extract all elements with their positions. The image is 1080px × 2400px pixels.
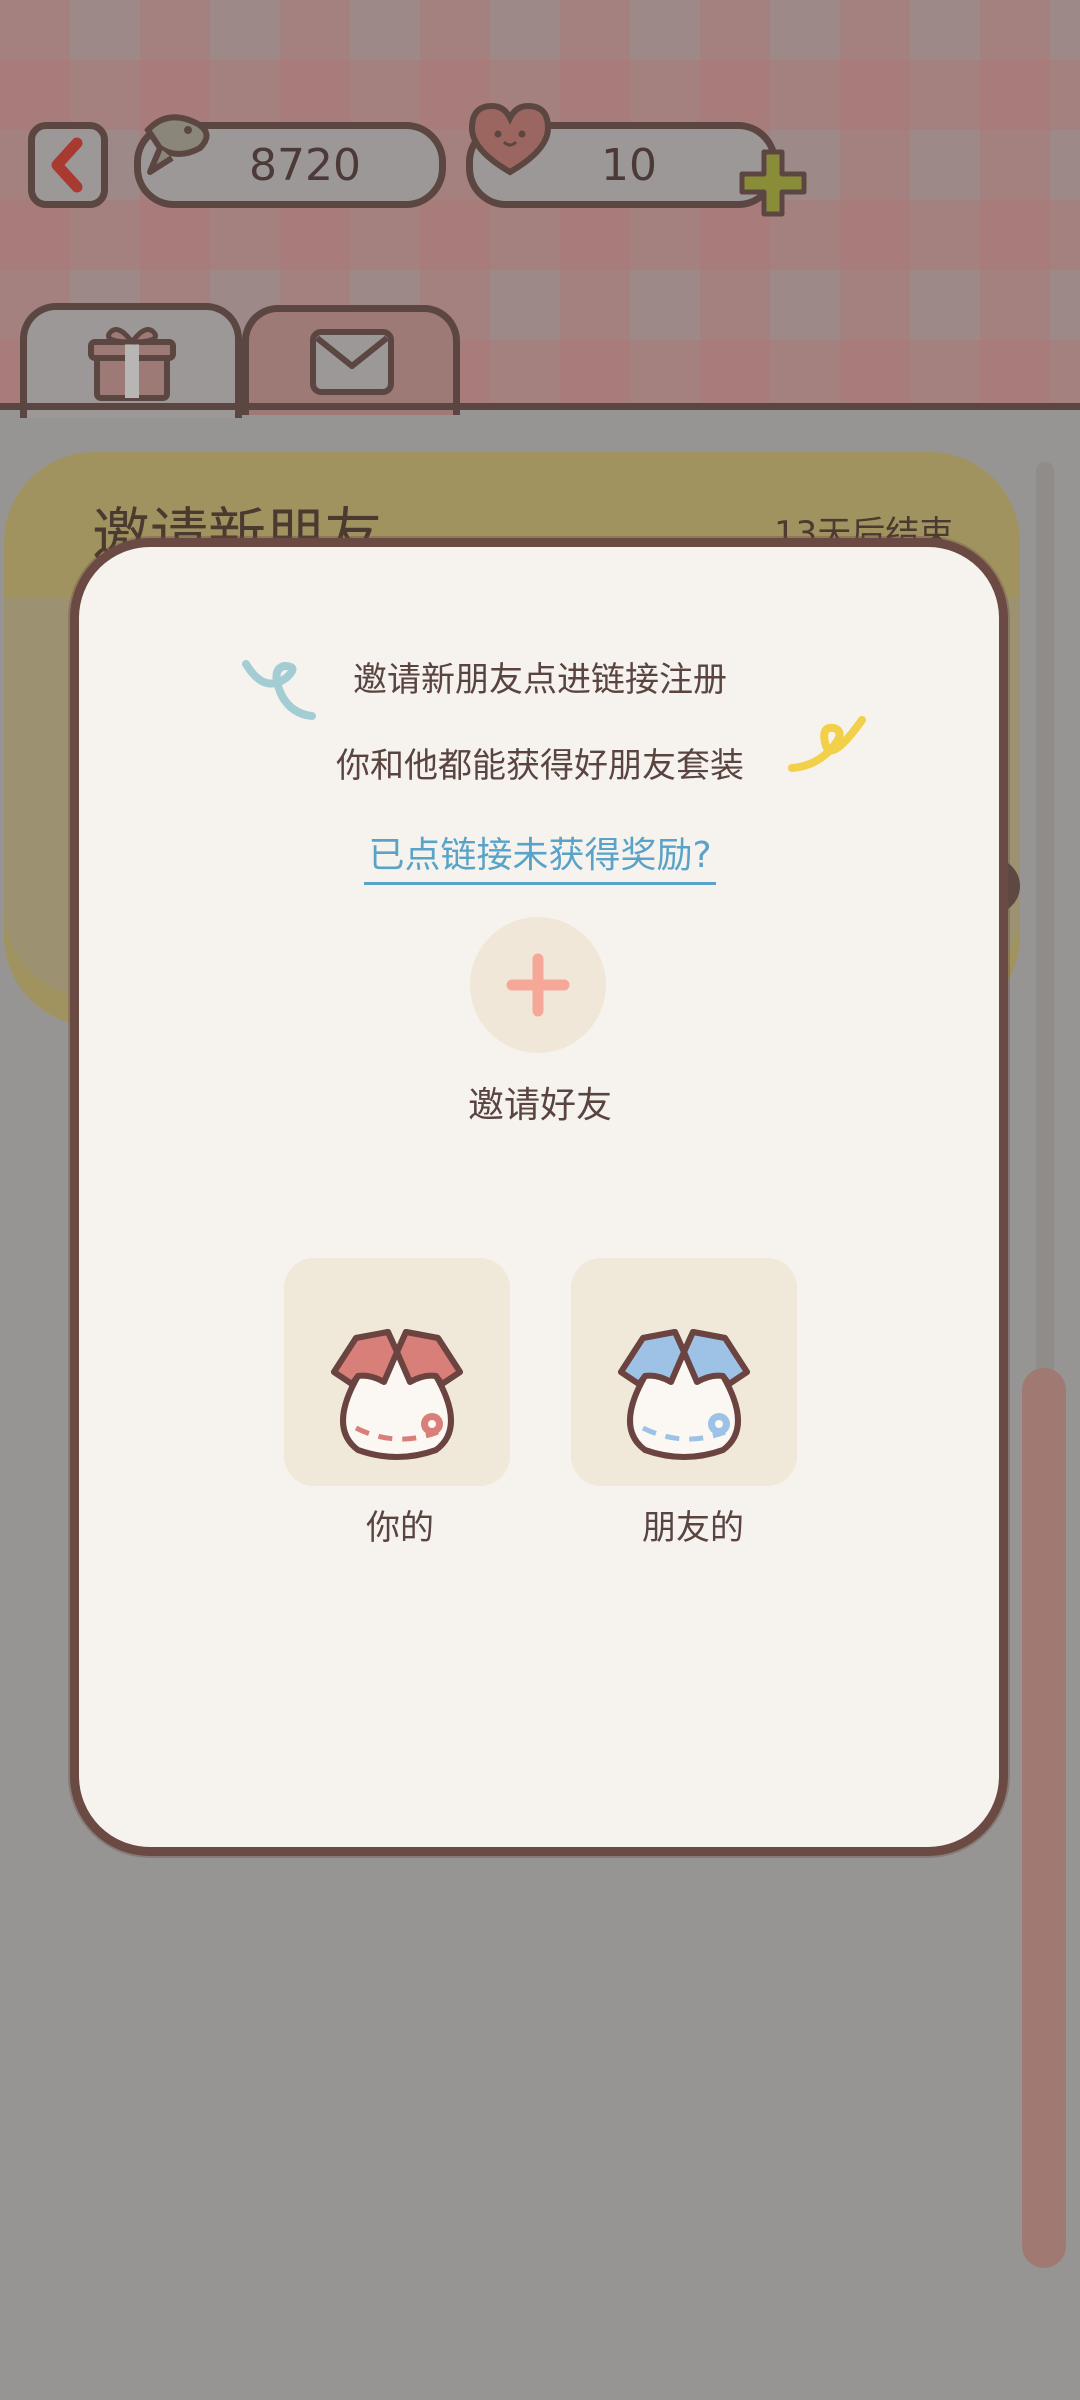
gift-icon (88, 327, 176, 401)
chevron-left-icon (51, 137, 83, 193)
mail-icon (310, 329, 394, 395)
invite-friend-label: 邀请好友 (467, 1085, 612, 1126)
add-hearts-button[interactable] (736, 146, 810, 220)
pink-outfit-icon (331, 1329, 463, 1460)
reward-item-friend[interactable] (571, 1258, 797, 1486)
fish-count: 8720 (249, 139, 361, 191)
plus-icon (506, 953, 570, 1017)
invite-friend-button[interactable] (470, 917, 606, 1053)
heart-icon (468, 102, 552, 176)
heart-count: 10 (601, 139, 657, 191)
invite-description-line2: 你和他都能获得好朋友套装 (336, 746, 744, 786)
fish-icon (144, 114, 210, 175)
tab-gift[interactable] (20, 303, 242, 418)
reward-help-link[interactable]: 已点链接未获得奖励? (0, 826, 1080, 885)
reward-friend-label: 朋友的 (642, 1508, 744, 1548)
tab-divider (0, 403, 1080, 410)
blue-outfit-icon (618, 1329, 750, 1460)
back-button[interactable] (28, 122, 108, 208)
tab-mail[interactable] (242, 305, 460, 415)
reward-mine-label: 你的 (366, 1508, 434, 1548)
scrollbar-thumb[interactable] (1022, 1368, 1066, 2268)
invite-description-line1: 邀请新朋友点进链接注册 (353, 660, 727, 700)
reward-item-mine[interactable] (284, 1258, 510, 1486)
reward-help-link-text: 已点链接未获得奖励? (364, 835, 716, 885)
